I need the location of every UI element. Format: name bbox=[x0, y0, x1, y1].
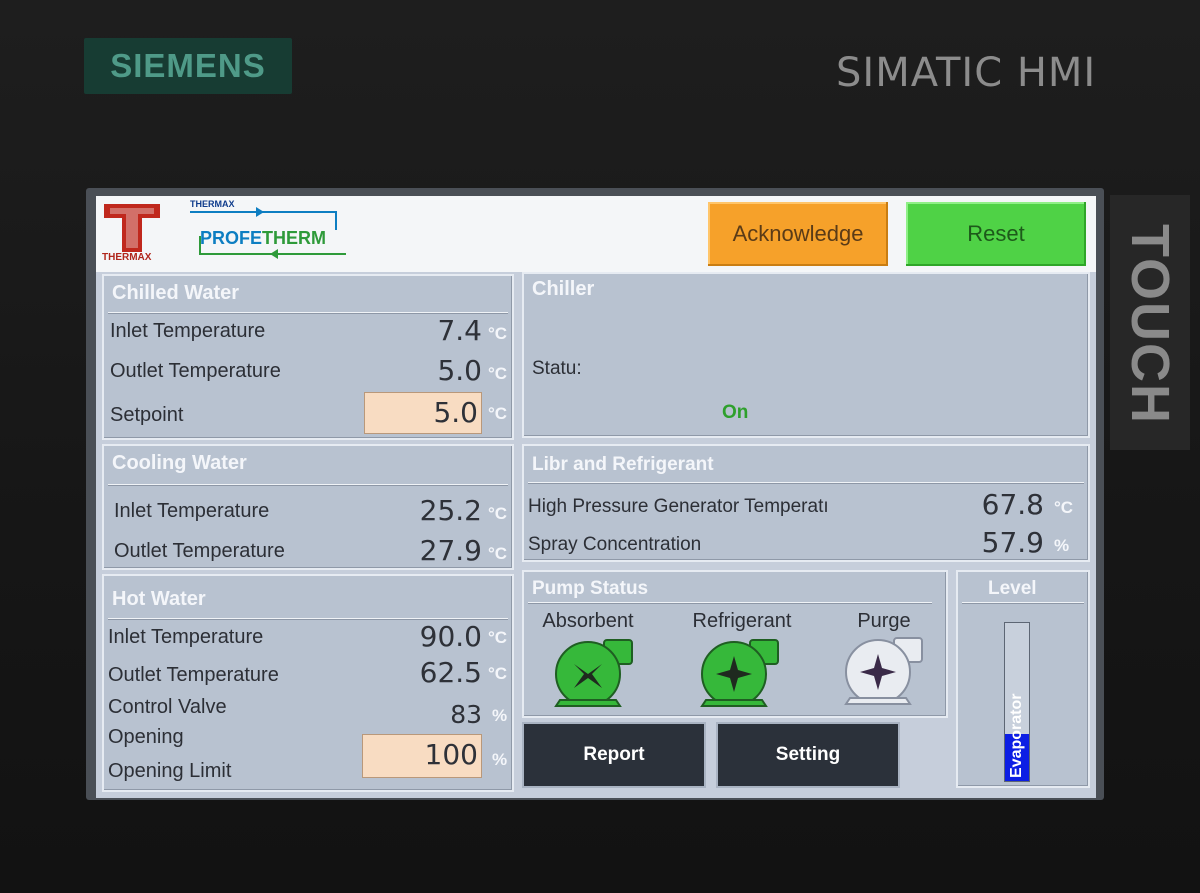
control-valve-unit: % bbox=[492, 706, 508, 725]
chilled-water-panel: Chilled Water Inlet Temperature 7.4 °C O… bbox=[102, 274, 514, 440]
chilled-inlet-label: Inlet Temperature bbox=[110, 320, 266, 342]
control-valve-label-line2: Opening bbox=[108, 726, 184, 748]
spray-concentration-unit: % bbox=[1054, 536, 1070, 555]
cooling-outlet-unit: °C bbox=[488, 544, 508, 563]
touch-label: TOUCH bbox=[1120, 224, 1180, 426]
pump-status-panel: Pump Status Absorbent Refrigerant Purge bbox=[522, 570, 948, 718]
profetherm-part2: THERM bbox=[262, 228, 327, 248]
libr-refrigerant-panel: Libr and Refrigerant High Pressure Gener… bbox=[522, 444, 1090, 562]
hmi-display: THERMAX THERMAX PROFETHERM Acknowledge R… bbox=[96, 196, 1096, 798]
brand-logo: SIEMENS bbox=[110, 47, 266, 84]
opening-limit-unit: % bbox=[492, 750, 508, 769]
hot-inlet-label: Inlet Temperature bbox=[108, 626, 264, 648]
acknowledge-button[interactable]: Acknowledge bbox=[708, 202, 888, 266]
profetherm-part1: PROFE bbox=[200, 228, 263, 248]
chiller-status-label: Statu: bbox=[532, 358, 582, 379]
reset-button[interactable]: Reset bbox=[906, 202, 1086, 266]
cooling-inlet-unit: °C bbox=[488, 504, 508, 523]
hot-water-title: Hot Water bbox=[112, 588, 206, 610]
setpoint-value: 5.0 bbox=[433, 396, 478, 429]
chiller-status-value: On bbox=[722, 402, 749, 423]
control-valve-value: 83 bbox=[450, 700, 482, 729]
libr-title: Libr and Refrigerant bbox=[532, 454, 714, 475]
setting-button[interactable]: Setting bbox=[716, 722, 900, 788]
report-button[interactable]: Report bbox=[522, 722, 706, 788]
spray-concentration-value: 57.9 bbox=[981, 526, 1044, 559]
setpoint-label: Setpoint bbox=[110, 404, 184, 426]
opening-limit-value: 100 bbox=[424, 738, 478, 771]
chiller-title: Chiller bbox=[532, 278, 595, 300]
setpoint-unit: °C bbox=[488, 404, 508, 423]
absorbent-pump-icon[interactable] bbox=[550, 634, 636, 712]
hpg-temperature-unit: °C bbox=[1054, 498, 1074, 517]
brand-plate: SIEMENS bbox=[84, 38, 292, 94]
hot-water-panel: Hot Water Inlet Temperature 90.0 °C Outl… bbox=[102, 574, 514, 792]
level-title: Level bbox=[988, 578, 1037, 599]
chilled-water-title: Chilled Water bbox=[112, 282, 240, 304]
panel-divider bbox=[962, 602, 1084, 604]
chilled-outlet-value: 5.0 bbox=[437, 354, 482, 387]
opening-limit-label: Opening Limit bbox=[108, 760, 232, 782]
control-valve-label-line1: Control Valve bbox=[108, 696, 227, 718]
level-panel: Level Evaporator bbox=[956, 570, 1090, 788]
pump-label-absorbent: Absorbent bbox=[542, 610, 634, 632]
refrigerant-pump-icon[interactable] bbox=[696, 634, 782, 712]
pump-label-refrigerant: Refrigerant bbox=[692, 610, 792, 632]
hot-outlet-value: 62.5 bbox=[419, 656, 482, 689]
panel-divider bbox=[528, 482, 1084, 484]
profetherm-brand-caption: THERMAX bbox=[190, 199, 235, 209]
panel-divider bbox=[528, 602, 932, 604]
hpg-temperature-value: 67.8 bbox=[981, 488, 1044, 521]
hot-inlet-value: 90.0 bbox=[419, 620, 482, 653]
cooling-inlet-label: Inlet Temperature bbox=[114, 500, 270, 522]
hot-inlet-unit: °C bbox=[488, 628, 508, 647]
header-bar: THERMAX THERMAX PROFETHERM Acknowledge R… bbox=[96, 196, 1096, 272]
chilled-outlet-unit: °C bbox=[488, 364, 508, 383]
spray-concentration-label: Spray Concentration bbox=[528, 534, 702, 555]
hot-outlet-unit: °C bbox=[488, 664, 508, 683]
thermax-logo-caption: THERMAX bbox=[102, 252, 152, 263]
model-name: SIMATIC HMI bbox=[836, 50, 1097, 96]
chilled-inlet-unit: °C bbox=[488, 324, 508, 343]
cooling-water-panel: Cooling Water Inlet Temperature 25.2 °C … bbox=[102, 444, 514, 570]
cooling-outlet-value: 27.9 bbox=[419, 534, 482, 567]
chilled-outlet-label: Outlet Temperature bbox=[110, 360, 281, 382]
hpg-temperature-label: High Pressure Generator Temperatı bbox=[528, 496, 829, 517]
pump-label-purge: Purge bbox=[857, 610, 911, 632]
chiller-panel: Chiller Statu: On bbox=[522, 272, 1090, 438]
evaporator-level-label: Evaporator bbox=[1008, 693, 1025, 778]
cooling-outlet-label: Outlet Temperature bbox=[114, 540, 285, 562]
profetherm-wordmark: PROFETHERM bbox=[200, 228, 326, 249]
chilled-inlet-value: 7.4 bbox=[437, 314, 482, 347]
panel-divider bbox=[108, 484, 508, 486]
cooling-water-title: Cooling Water bbox=[112, 452, 247, 474]
purge-pump-icon[interactable] bbox=[840, 632, 926, 710]
cooling-inlet-value: 25.2 bbox=[419, 494, 482, 527]
hot-outlet-label: Outlet Temperature bbox=[108, 664, 279, 686]
pump-status-title: Pump Status bbox=[532, 578, 649, 599]
